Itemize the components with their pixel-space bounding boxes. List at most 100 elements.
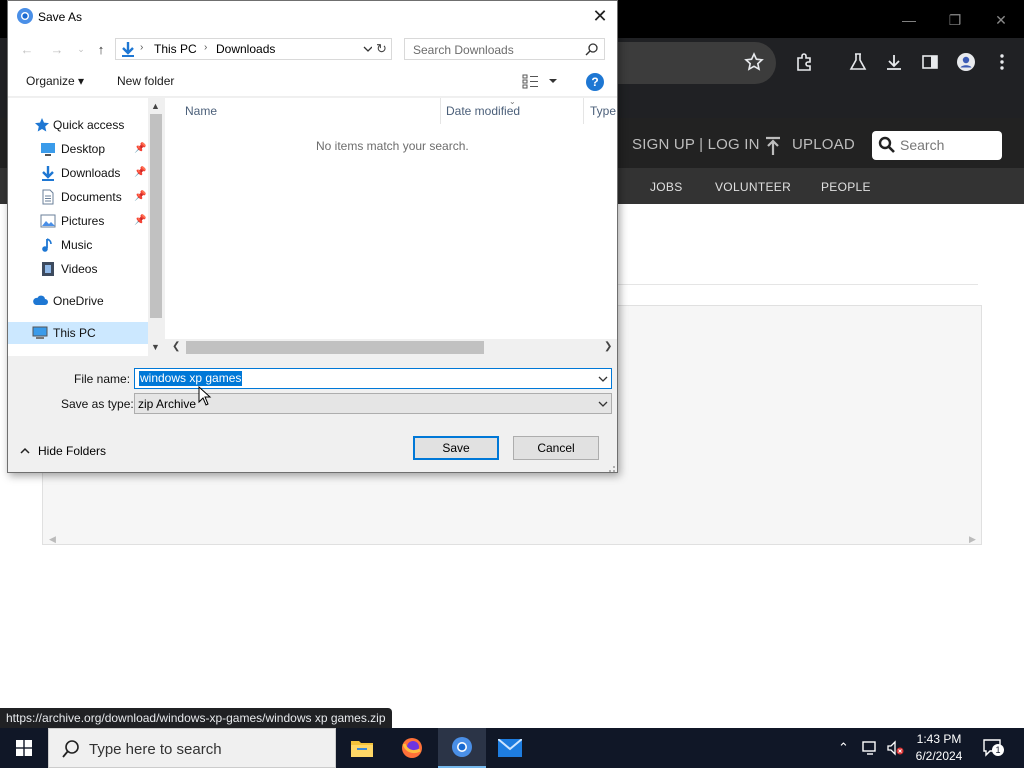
labs-flask-icon[interactable]	[846, 50, 870, 74]
nav-jobs[interactable]: JOBS	[650, 180, 683, 194]
scroll-left-icon[interactable]: ❮	[172, 341, 180, 352]
extensions-icon[interactable]	[792, 50, 816, 74]
nav-volunteer[interactable]: VOLUNTEER	[715, 180, 791, 194]
folder-icon	[351, 741, 373, 757]
videos-icon	[42, 262, 54, 276]
nav-pictures[interactable]: Pictures 📌	[8, 210, 148, 232]
mail-icon	[498, 739, 522, 757]
network-icon[interactable]	[862, 740, 880, 756]
breadcrumb-separator-icon: ›	[204, 42, 208, 53]
column-header-date-modified[interactable]: Date modified	[446, 104, 520, 118]
nav-label: OneDrive	[53, 294, 104, 308]
breadcrumb-this-pc[interactable]: This PC	[154, 42, 197, 56]
cloud-icon	[33, 295, 48, 305]
tray-chevron-icon[interactable]: ⌃	[838, 740, 849, 756]
nav-music[interactable]: Music	[8, 234, 148, 256]
change-view-button[interactable]	[522, 73, 560, 89]
scroll-thumb[interactable]	[150, 114, 162, 318]
scroll-left-icon[interactable]: ◀	[49, 534, 56, 545]
column-divider[interactable]	[583, 98, 584, 124]
scroll-right-icon[interactable]: ❯	[604, 341, 612, 352]
dialog-address-bar[interactable]: › This PC › Downloads	[115, 38, 380, 60]
mail-app[interactable]	[486, 728, 534, 768]
notification-center-button[interactable]: 1	[982, 738, 1004, 758]
signup-login-link[interactable]: SIGN UP | LOG IN	[632, 136, 760, 153]
star-icon	[35, 118, 49, 132]
firefox-app[interactable]	[388, 728, 436, 768]
nav-onedrive[interactable]: OneDrive	[8, 290, 148, 312]
forward-button[interactable]: →	[48, 40, 66, 58]
save-as-type-value: zip Archive	[138, 397, 197, 411]
nav-label: Documents	[61, 190, 122, 204]
restore-button[interactable]: ❐	[940, 8, 970, 32]
column-divider[interactable]	[440, 98, 441, 124]
chevron-down-icon	[598, 401, 608, 407]
taskbar-search-input[interactable]: Type here to search	[48, 728, 336, 768]
chrome-icon	[452, 737, 472, 757]
pin-icon: 📌	[134, 215, 147, 226]
organize-button[interactable]: Organize ▾	[26, 74, 84, 88]
nav-label: Music	[61, 238, 93, 252]
taskbar-search-placeholder: Type here to search	[89, 741, 222, 758]
volume-muted-icon[interactable]	[886, 740, 904, 756]
recent-locations-icon[interactable]: ⌄	[72, 40, 90, 58]
upload-link[interactable]: UPLOAD	[792, 136, 855, 153]
nav-videos[interactable]: Videos	[8, 258, 148, 280]
nav-label: Videos	[61, 262, 98, 276]
up-button[interactable]: ↑	[92, 40, 110, 58]
upload-icon[interactable]	[764, 136, 782, 156]
document-icon	[42, 189, 54, 205]
file-name-label: File name:	[74, 372, 131, 386]
new-folder-button[interactable]: New folder	[117, 74, 174, 88]
scroll-thumb[interactable]	[186, 341, 484, 354]
close-window-button[interactable]: ✕	[986, 8, 1016, 32]
nav-people[interactable]: PEOPLE	[821, 180, 871, 194]
breadcrumb-downloads[interactable]: Downloads	[216, 42, 275, 56]
nav-desktop[interactable]: Desktop 📌	[8, 138, 148, 160]
chevron-down-icon[interactable]	[597, 373, 609, 385]
dialog-search-placeholder: Search Downloads	[413, 43, 514, 57]
browser-menu-icon[interactable]	[990, 50, 1014, 74]
scroll-down-icon[interactable]: ▼	[151, 342, 160, 352]
nav-label: Downloads	[61, 166, 121, 180]
download-icon	[122, 42, 134, 57]
file-list-h-scrollbar[interactable]: ❮ ❯	[164, 339, 617, 356]
save-button[interactable]: Save	[413, 436, 499, 460]
back-button[interactable]: ←	[18, 40, 36, 58]
desktop-icon	[41, 143, 55, 156]
nav-downloads[interactable]: Downloads 📌	[8, 162, 148, 184]
chrome-app[interactable]	[438, 728, 486, 768]
cancel-button[interactable]: Cancel	[513, 436, 599, 460]
start-button[interactable]	[0, 728, 48, 768]
column-header-type[interactable]: Type	[590, 104, 616, 118]
nav-this-pc[interactable]: This PC	[8, 322, 148, 344]
profile-avatar-icon[interactable]	[954, 50, 978, 74]
file-explorer-app[interactable]	[338, 728, 386, 768]
file-name-value[interactable]: windows xp games	[139, 371, 243, 386]
nav-documents[interactable]: Documents 📌	[8, 186, 148, 208]
hide-folders-button[interactable]: Hide Folders	[20, 443, 120, 459]
download-icon	[42, 166, 54, 181]
hide-folders-label: Hide Folders	[38, 444, 107, 458]
nav-quick-access[interactable]: Quick access	[8, 114, 148, 136]
pin-icon: 📌	[134, 191, 147, 202]
dialog-close-button[interactable]: ✕	[588, 5, 612, 29]
site-search-input[interactable]: Search	[872, 131, 1002, 160]
save-as-type-label: Save as type:	[61, 397, 134, 411]
scroll-right-icon[interactable]: ▶	[969, 534, 976, 545]
notification-count: 1	[992, 744, 1004, 756]
scroll-up-icon[interactable]: ▲	[151, 101, 160, 111]
dialog-title-bar[interactable]: Save As ✕	[8, 1, 617, 32]
refresh-button[interactable]: ↻	[372, 38, 392, 60]
taskbar-clock[interactable]: 1:43 PM 6/2/2024	[908, 731, 970, 765]
minimize-button[interactable]: —	[894, 8, 924, 32]
site-search-placeholder: Search	[900, 137, 945, 153]
resize-grip-icon[interactable]	[606, 463, 616, 473]
column-header-name[interactable]: Name	[185, 104, 217, 118]
downloads-icon[interactable]	[882, 50, 906, 74]
side-panel-icon[interactable]	[918, 50, 942, 74]
help-button[interactable]: ?	[586, 73, 604, 91]
bookmark-star-icon[interactable]	[742, 50, 766, 74]
nav-pane-scrollbar[interactable]: ▲ ▼	[148, 98, 164, 356]
dialog-search-input[interactable]: Search Downloads	[404, 38, 605, 60]
